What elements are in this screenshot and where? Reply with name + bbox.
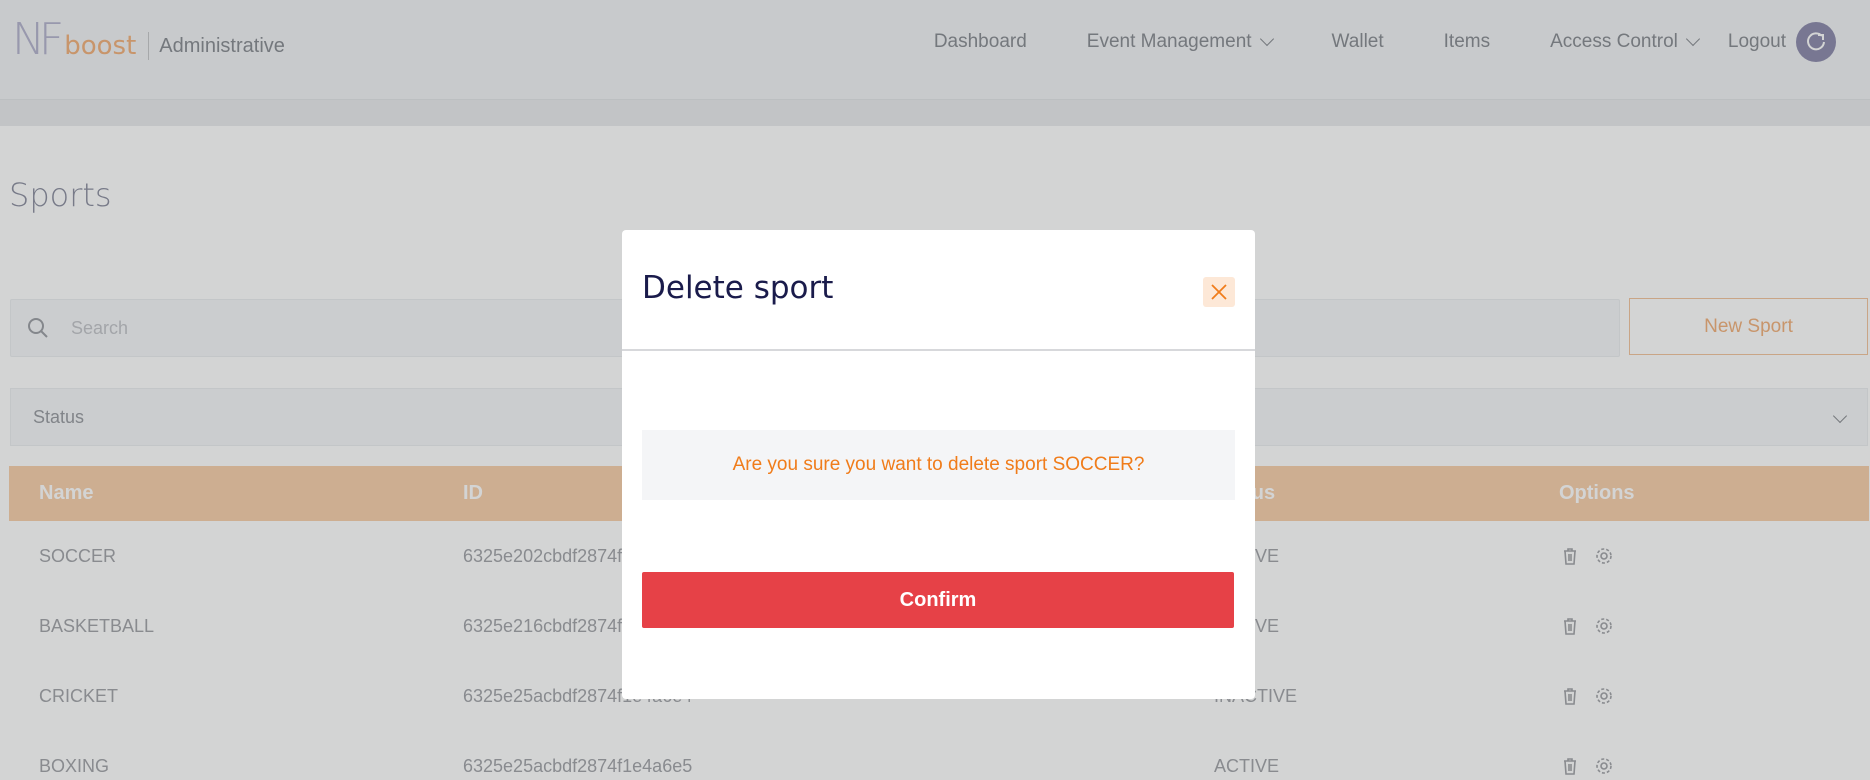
dialog-title: Delete sport [642,270,834,306]
close-icon [1211,284,1227,300]
dialog-divider [622,349,1255,351]
close-button[interactable] [1203,277,1235,307]
confirmation-message: Are you sure you want to delete sport SO… [642,430,1235,500]
page: NF boost Administrative Dashboard Event … [0,0,1870,780]
delete-sport-dialog: Delete sport Are you sure you want to de… [622,230,1255,699]
confirm-button[interactable]: Confirm [642,572,1234,628]
